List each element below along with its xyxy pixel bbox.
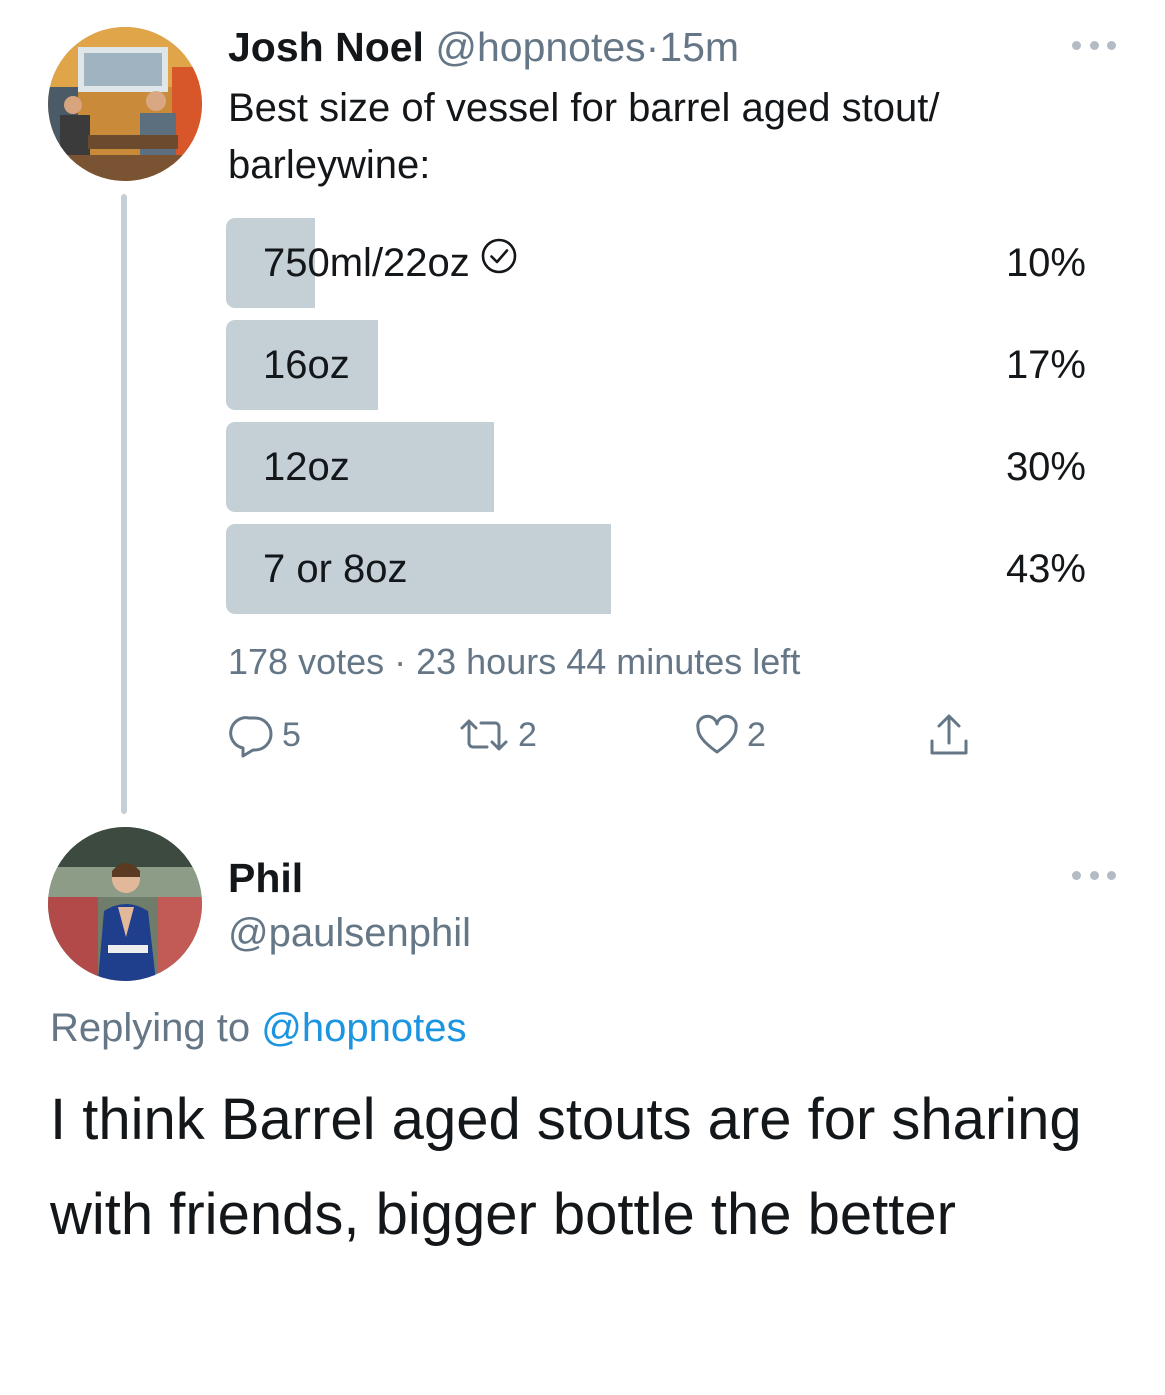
poll-option-percent: 30% xyxy=(1005,445,1086,489)
poll-option: 12oz 30% xyxy=(226,422,1086,512)
tweet-time[interactable]: 15m xyxy=(659,24,739,70)
poll-option-label: 750ml/22oz xyxy=(263,218,518,308)
like-icon xyxy=(693,711,741,759)
poll-option-label: 16oz xyxy=(263,343,350,387)
poll-option-text: 750ml/22oz xyxy=(263,241,470,285)
author-handle[interactable]: @hopnotes xyxy=(435,24,645,70)
share-icon xyxy=(925,711,973,759)
reply-count: 5 xyxy=(282,715,301,754)
separator: · xyxy=(645,24,660,70)
reply-icon xyxy=(228,711,276,759)
poll-option-percent: 10% xyxy=(1005,241,1086,285)
retweet-button[interactable]: 2 xyxy=(456,710,537,760)
reply-author-name[interactable]: Phil xyxy=(228,850,303,906)
poll-option: 16oz 17% xyxy=(226,320,1086,410)
thread-line xyxy=(121,194,127,814)
reply-button[interactable]: 5 xyxy=(228,710,301,760)
tweet-text: Best size of vessel for barrel aged stou… xyxy=(228,86,940,187)
reply-text: I think Barrel aged stouts are for shari… xyxy=(50,1087,1082,1247)
tweet-actions: 5 2 2 xyxy=(228,710,988,760)
avatar-image xyxy=(48,27,202,181)
replying-to: Replying to @hopnotes xyxy=(50,1000,466,1056)
like-count: 2 xyxy=(747,715,766,754)
poll-option: 7 or 8oz 43% xyxy=(226,524,1086,614)
avatar-image xyxy=(48,827,202,981)
retweet-icon xyxy=(456,711,512,759)
like-button[interactable]: 2 xyxy=(693,710,766,760)
author-avatar[interactable] xyxy=(48,27,202,181)
retweet-count: 2 xyxy=(518,715,537,754)
poll-option-label: 7 or 8oz xyxy=(263,547,408,591)
poll-option-label: 12oz xyxy=(263,445,350,489)
reply-author-avatar[interactable] xyxy=(48,827,202,981)
replying-mention-link[interactable]: @hopnotes xyxy=(261,1006,466,1050)
share-button[interactable] xyxy=(925,710,973,760)
replying-label: Replying to xyxy=(50,1006,251,1050)
more-icon[interactable] xyxy=(1072,41,1116,53)
poll-option-percent: 17% xyxy=(1005,343,1086,387)
author-name[interactable]: Josh Noel xyxy=(228,24,424,70)
poll: 750ml/22oz 10% 16oz 17% 12oz 30% 7 or 8o… xyxy=(226,218,1086,626)
poll-option: 750ml/22oz 10% xyxy=(226,218,1086,308)
poll-meta: 178 votes · 23 hours 44 minutes left xyxy=(228,641,801,682)
reply-author-handle[interactable]: @paulsenphil xyxy=(228,905,471,961)
tweet-header: Josh Noel @hopnotes·15m xyxy=(228,22,739,72)
more-icon[interactable] xyxy=(1072,871,1116,883)
check-circle-icon xyxy=(480,217,518,307)
poll-option-percent: 43% xyxy=(1005,547,1086,591)
